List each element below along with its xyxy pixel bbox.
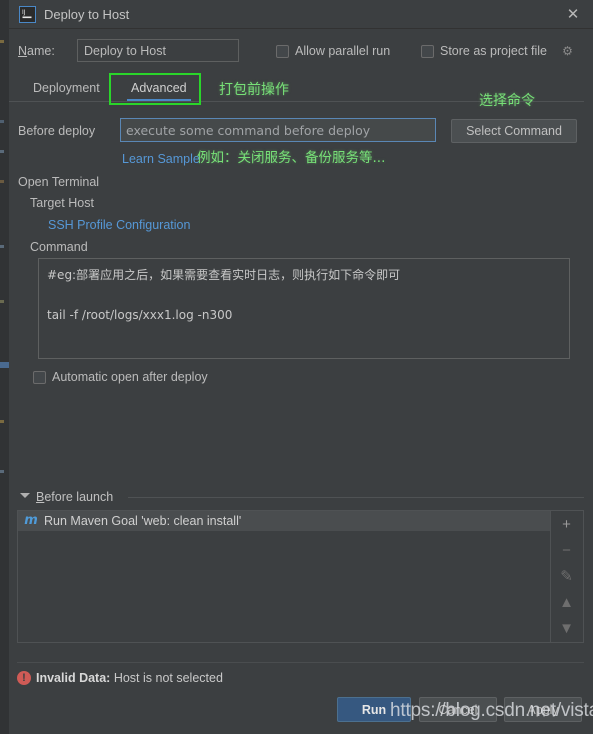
error-message: Invalid Data: Host is not selected — [36, 671, 223, 685]
remove-icon[interactable]: − — [551, 537, 582, 563]
tab-advanced[interactable]: Advanced — [121, 76, 197, 102]
select-command-button[interactable]: Select Command — [451, 119, 577, 143]
before-launch-divider — [128, 497, 584, 498]
allow-parallel-run-checkbox[interactable] — [276, 45, 289, 58]
automatic-open-after-deploy-label[interactable]: Automatic open after deploy — [52, 370, 208, 384]
name-input[interactable] — [77, 39, 239, 62]
deploy-to-host-dialog: IJ Deploy to Host ✕ Name: Allow parallel… — [0, 0, 593, 734]
before-launch-title: Before launch — [36, 490, 114, 504]
move-up-icon[interactable]: ▲ — [551, 589, 582, 615]
command-textarea[interactable]: #eg:部署应用之后，如果需要查看实时日志，则执行如下命令即可 tail -f … — [38, 258, 570, 359]
before-launch-collapse-icon[interactable] — [20, 493, 30, 498]
apply-button[interactable]: Apply — [504, 697, 582, 722]
gear-icon[interactable]: ⚙ — [561, 45, 574, 58]
store-as-project-file-label[interactable]: Store as project file — [440, 44, 547, 58]
open-terminal-label: Open Terminal — [18, 175, 100, 189]
before-deploy-input[interactable] — [120, 118, 436, 142]
move-down-icon[interactable]: ▼ — [551, 615, 582, 641]
ssh-profile-configuration-link[interactable]: SSH Profile Configuration — [48, 218, 190, 232]
before-launch-title-text: efore launch — [44, 490, 114, 504]
store-as-project-file-checkbox[interactable] — [421, 45, 434, 58]
before-launch-toolbar: + − ✎ ▲ ▼ — [551, 510, 584, 643]
command-label: Command — [30, 240, 88, 254]
automatic-open-after-deploy-checkbox[interactable] — [33, 371, 46, 384]
annotation-example: 例如：关闭服务、备份服务等... — [197, 150, 386, 166]
close-icon[interactable]: ✕ — [563, 6, 583, 24]
learn-sample-link[interactable]: Learn Sample — [122, 152, 200, 166]
title-bar: IJ Deploy to Host ✕ — [9, 0, 593, 29]
list-item[interactable]: m Run Maven Goal 'web: clean install' — [18, 511, 550, 531]
intellij-idea-icon: IJ — [19, 6, 36, 23]
add-icon[interactable]: + — [551, 511, 582, 537]
maven-icon: m — [24, 513, 38, 528]
cancel-button[interactable]: Cancel — [419, 697, 497, 722]
annotation-select-command: 选择命令 — [479, 93, 535, 109]
error-detail: Host is not selected — [113, 671, 223, 685]
annotation-pre-package: 打包前操作 — [219, 82, 289, 98]
allow-parallel-run-label[interactable]: Allow parallel run — [295, 44, 390, 58]
edit-pencil-icon[interactable]: ✎ — [551, 563, 582, 589]
before-deploy-label: Before deploy — [18, 124, 96, 138]
window-title: Deploy to Host — [44, 7, 130, 22]
list-item-label: Run Maven Goal 'web: clean install' — [44, 514, 242, 528]
svg-text:IJ: IJ — [22, 9, 26, 16]
footer-divider — [17, 662, 584, 663]
target-host-label: Target Host — [30, 196, 94, 210]
tab-deployment[interactable]: Deployment — [23, 76, 110, 102]
name-label: Name: — [18, 44, 55, 58]
error-icon: ! — [17, 671, 31, 685]
background-editor-gutter — [0, 0, 9, 734]
error-prefix: Invalid Data: — [36, 671, 111, 685]
before-launch-list[interactable]: m Run Maven Goal 'web: clean install' — [17, 510, 551, 643]
run-button[interactable]: Run — [337, 697, 411, 722]
